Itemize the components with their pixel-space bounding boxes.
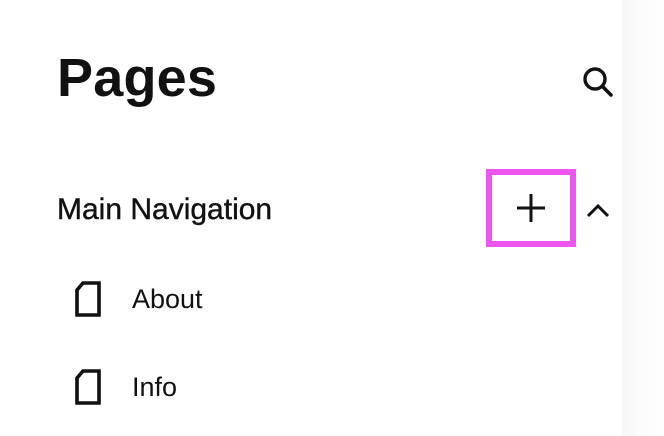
- page-icon: [60, 362, 116, 412]
- panel-edge-shadow: [622, 0, 664, 436]
- add-page-button[interactable]: [486, 169, 576, 247]
- search-button[interactable]: [576, 62, 620, 102]
- page-item-label: Info: [132, 372, 178, 402]
- page-item-info[interactable]: Info: [60, 362, 460, 412]
- collapse-section-button[interactable]: [580, 192, 616, 228]
- page-title: Pages: [57, 48, 218, 108]
- pages-panel: Pages Main Navigation About Info: [0, 0, 622, 436]
- chevron-up-icon: [586, 203, 610, 218]
- search-icon: [583, 67, 613, 97]
- page-item-label: About: [132, 284, 203, 314]
- section-title-main-navigation: Main Navigation: [57, 193, 273, 226]
- page-icon: [60, 274, 116, 324]
- page-item-about[interactable]: About: [60, 274, 460, 324]
- plus-icon: [517, 194, 545, 222]
